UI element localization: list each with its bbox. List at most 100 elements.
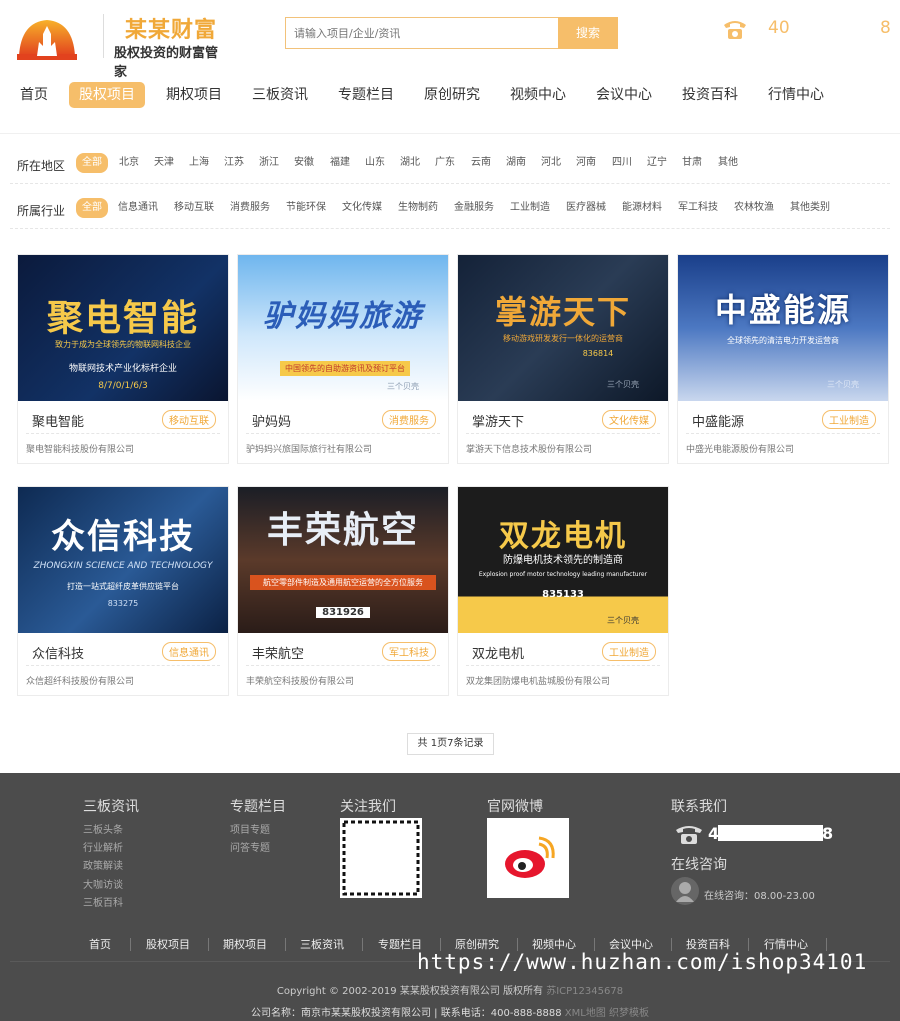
project-image[interactable]: 掌游天下 移动游戏研发发行一体化的运营商 836814 三个贝壳 — [458, 255, 668, 401]
filter-region-option[interactable]: 河北 — [541, 153, 561, 173]
footer-nav-item[interactable]: 首页 — [89, 936, 111, 952]
footer: 三板资讯 三板头条 行业解析 政策解读 大咖访谈 三板百科 专题栏目 项目专题 … — [0, 773, 900, 1021]
filter-industry-option[interactable]: 其他类别 — [790, 198, 830, 218]
footer-nav-item[interactable]: 专题栏目 — [378, 936, 422, 952]
search-bar: 搜索 — [285, 17, 618, 49]
project-card[interactable]: 掌游天下 移动游戏研发发行一体化的运营商 836814 三个贝壳 掌游天下 文化… — [457, 254, 669, 464]
project-card[interactable]: 中盛能源 全球领先的清洁电力开发运营商 三个贝壳 中盛能源 工业制造 中盛光电能… — [677, 254, 889, 464]
filter-region-option[interactable]: 江苏 — [224, 153, 244, 173]
nav-item-encyclopedia[interactable]: 投资百科 — [672, 82, 748, 108]
project-tag[interactable]: 消费服务 — [382, 410, 436, 429]
project-card[interactable]: 众信科技 ZHONGXIN SCIENCE AND TECHNOLOGY 打造一… — [17, 486, 229, 696]
footer-nav-item[interactable]: 股权项目 — [146, 936, 190, 952]
nav-item-research[interactable]: 原创研究 — [414, 82, 490, 108]
filter-region-option[interactable]: 甘肃 — [682, 153, 702, 173]
project-tag[interactable]: 文化传媒 — [602, 410, 656, 429]
filter-industry-option[interactable]: 文化传媒 — [342, 198, 382, 218]
footer-col-topics-title: 专题栏目 — [230, 799, 286, 815]
project-tag[interactable]: 移动互联 — [162, 410, 216, 429]
project-name[interactable]: 掌游天下 — [472, 411, 524, 430]
footer-link[interactable]: 三板百科 — [83, 894, 123, 909]
project-tag[interactable]: 信息通讯 — [162, 642, 216, 661]
filter-region-option[interactable]: 湖南 — [506, 153, 526, 173]
divider — [466, 433, 660, 434]
footer-link[interactable]: 大咖访谈 — [83, 876, 123, 891]
nav-item-equity-projects[interactable]: 股权项目 — [69, 82, 145, 108]
footer-link[interactable]: 问答专题 — [230, 839, 270, 854]
filter-region-option[interactable]: 福建 — [330, 153, 350, 173]
nav-item-news[interactable]: 三板资讯 — [242, 82, 318, 108]
project-image[interactable]: 聚电智能 致力于成为全球领先的物联网科技企业 物联网技术产业化标杆企业 8/7/… — [18, 255, 228, 401]
nav-item-home[interactable]: 首页 — [10, 82, 58, 108]
project-name[interactable]: 中盛能源 — [692, 411, 744, 430]
project-name[interactable]: 聚电智能 — [32, 411, 84, 430]
filter-industry-all[interactable]: 全部 — [76, 198, 108, 218]
filter-industry-option[interactable]: 能源材料 — [622, 198, 662, 218]
footer-nav-item[interactable]: 三板资讯 — [300, 936, 344, 952]
project-card[interactable]: 丰荣航空 航空零部件制造及通用航空运营的全方位服务 831926 丰荣航空 军工… — [237, 486, 449, 696]
filter-region-option[interactable]: 上海 — [189, 153, 209, 173]
consult-avatar-icon[interactable] — [671, 877, 699, 905]
project-tag[interactable]: 工业制造 — [602, 642, 656, 661]
project-image[interactable]: 众信科技 ZHONGXIN SCIENCE AND TECHNOLOGY 打造一… — [18, 487, 228, 633]
filter-industry-option[interactable]: 节能环保 — [286, 198, 326, 218]
project-name[interactable]: 丰荣航空 — [252, 643, 304, 662]
filter-region-option[interactable]: 北京 — [119, 153, 139, 173]
nav-item-video[interactable]: 视频中心 — [500, 82, 576, 108]
weibo-icon[interactable] — [487, 818, 569, 898]
project-company: 丰荣航空科技股份有限公司 — [246, 677, 355, 687]
nav-item-topics[interactable]: 专题栏目 — [328, 82, 404, 108]
logo-mark-icon — [17, 20, 77, 60]
project-company: 驴妈妈兴旅国际旅行社有限公司 — [246, 445, 373, 455]
filter-industry-option[interactable]: 生物制药 — [398, 198, 438, 218]
project-card[interactable]: 聚电智能 致力于成为全球领先的物联网科技企业 物联网技术产业化标杆企业 8/7/… — [17, 254, 229, 464]
icp-link[interactable]: 苏ICP12345678 — [546, 986, 623, 997]
filter-industry-option[interactable]: 医疗器械 — [566, 198, 606, 218]
project-tag[interactable]: 工业制造 — [822, 410, 876, 429]
filter-region-option[interactable]: 其他 — [718, 153, 738, 173]
project-image[interactable]: 中盛能源 全球领先的清洁电力开发运营商 三个贝壳 — [678, 255, 888, 401]
filter-industry-option[interactable]: 农林牧渔 — [734, 198, 774, 218]
project-card[interactable]: 驴妈妈旅游 中国领先的自助游资讯及预订平台 三个贝壳 驴妈妈 消费服务 驴妈妈兴… — [237, 254, 449, 464]
filter-region-option[interactable]: 河南 — [576, 153, 596, 173]
footer-link[interactable]: 项目专题 — [230, 821, 270, 836]
project-name[interactable]: 双龙电机 — [472, 643, 524, 662]
filter-region-option[interactable]: 辽宁 — [647, 153, 667, 173]
filter-region-option[interactable]: 广东 — [435, 153, 455, 173]
filter-region-option[interactable]: 四川 — [612, 153, 632, 173]
nav-item-option-projects[interactable]: 期权项目 — [156, 82, 232, 108]
footer-nav-item[interactable]: 期权项目 — [223, 936, 267, 952]
footer-link[interactable]: 三板头条 — [83, 821, 123, 836]
project-name[interactable]: 驴妈妈 — [252, 411, 291, 430]
logo[interactable]: 某某财富 股权投资的财富管家 — [17, 12, 227, 80]
footer-extra-links[interactable]: XML地图 织梦模板 — [565, 1008, 649, 1019]
divider — [26, 665, 220, 666]
project-image[interactable]: 双龙电机 防爆电机技术领先的制造商 Explosion proof motor … — [458, 487, 668, 633]
filter-industry-option[interactable]: 信息通讯 — [118, 198, 158, 218]
filter-region-option[interactable]: 云南 — [471, 153, 491, 173]
filter-region-option[interactable]: 天津 — [154, 153, 174, 173]
filter-industry-option[interactable]: 工业制造 — [510, 198, 550, 218]
footer-link[interactable]: 政策解读 — [83, 857, 123, 872]
filter-industry-option[interactable]: 消费服务 — [230, 198, 270, 218]
footer-link[interactable]: 行业解析 — [83, 839, 123, 854]
filter-region-option[interactable]: 安徽 — [294, 153, 314, 173]
project-name[interactable]: 众信科技 — [32, 643, 84, 662]
filter-region-option[interactable]: 山东 — [365, 153, 385, 173]
copyright-text: Copyright © 2002-2019 某某股权投资有限公司 版权所有 — [276, 986, 544, 997]
nav-item-meetings[interactable]: 会议中心 — [586, 82, 662, 108]
project-image[interactable]: 驴妈妈旅游 中国领先的自助游资讯及预订平台 三个贝壳 — [238, 255, 448, 401]
project-tag[interactable]: 军工科技 — [382, 642, 436, 661]
nav-item-market[interactable]: 行情中心 — [758, 82, 834, 108]
qr-code-icon — [340, 818, 422, 898]
filter-region-option[interactable]: 湖北 — [400, 153, 420, 173]
filter-industry-option[interactable]: 移动互联 — [174, 198, 214, 218]
filter-region-option[interactable]: 浙江 — [259, 153, 279, 173]
search-input[interactable] — [285, 17, 559, 49]
filter-industry-option[interactable]: 军工科技 — [678, 198, 718, 218]
project-card[interactable]: 双龙电机 防爆电机技术领先的制造商 Explosion proof motor … — [457, 486, 669, 696]
filter-region-all[interactable]: 全部 — [76, 153, 108, 173]
search-button[interactable]: 搜索 — [558, 17, 618, 49]
project-image[interactable]: 丰荣航空 航空零部件制造及通用航空运营的全方位服务 831926 — [238, 487, 448, 633]
filter-industry-option[interactable]: 金融服务 — [454, 198, 494, 218]
